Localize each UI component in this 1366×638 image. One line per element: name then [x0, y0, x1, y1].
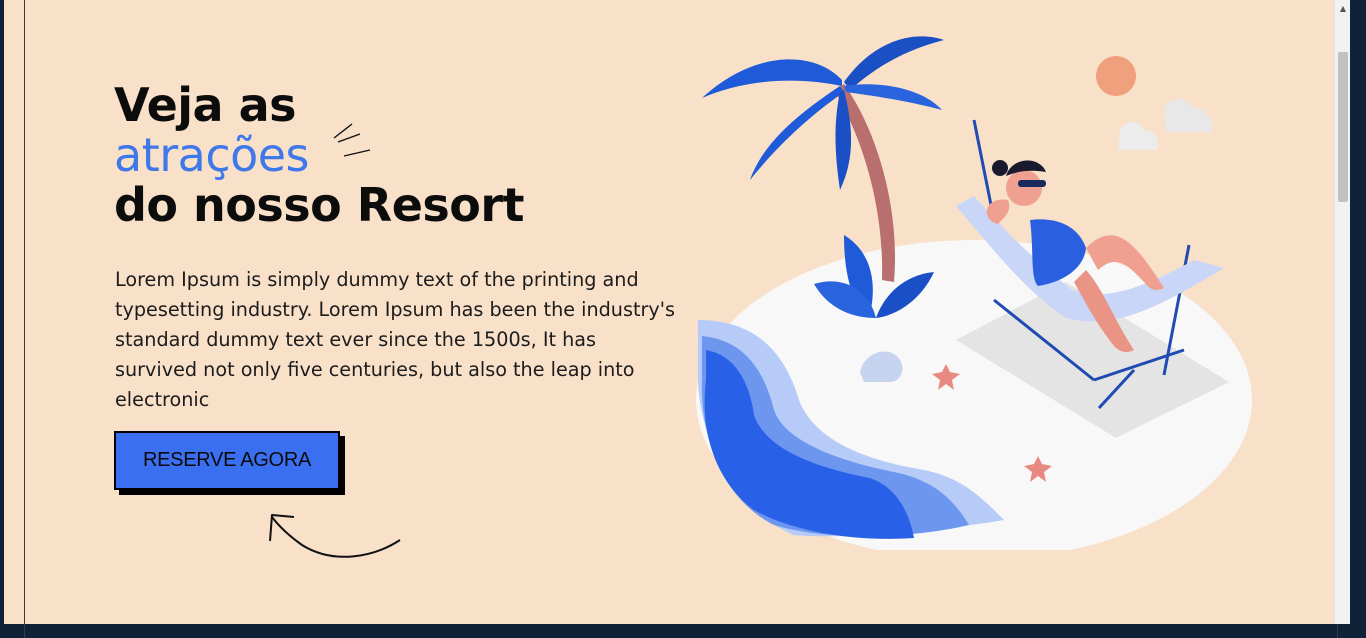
- palm-leaf-3: [844, 84, 942, 110]
- cloud-icon: [1164, 99, 1213, 132]
- palm-leaf-1: [702, 59, 842, 98]
- hero-description: Lorem Ipsum is simply dummy text of the …: [115, 268, 675, 411]
- sunglasses: [1018, 180, 1046, 187]
- person-head: [1006, 170, 1042, 206]
- cloud-icon-2: [1118, 121, 1159, 150]
- hero-title-line-3: do nosso Resort: [114, 178, 525, 232]
- palm-leaf-4: [750, 86, 844, 180]
- palm-leaf-2: [844, 36, 944, 90]
- hero-title: Veja as atrações do nosso Resort: [114, 78, 525, 232]
- beach-resort-illustration: [696, 36, 1252, 550]
- sparkle-lines-icon: [333, 123, 371, 157]
- vertical-scrollbar[interactable]: ▲: [1334, 0, 1350, 624]
- reserve-button[interactable]: RESERVE AGORA: [114, 431, 340, 490]
- page: Veja as atrações do nosso Resort Lorem I…: [4, 0, 1350, 638]
- hero-title-line-1: Veja as: [114, 78, 297, 132]
- sun-icon: [1096, 56, 1136, 96]
- scroll-up-arrow-icon[interactable]: ▲: [1335, 0, 1351, 17]
- scroll-thumb[interactable]: [1338, 52, 1348, 202]
- curved-arrow-icon: [269, 514, 401, 558]
- hair-bun: [992, 160, 1008, 176]
- hero-title-accent: atrações: [114, 128, 310, 182]
